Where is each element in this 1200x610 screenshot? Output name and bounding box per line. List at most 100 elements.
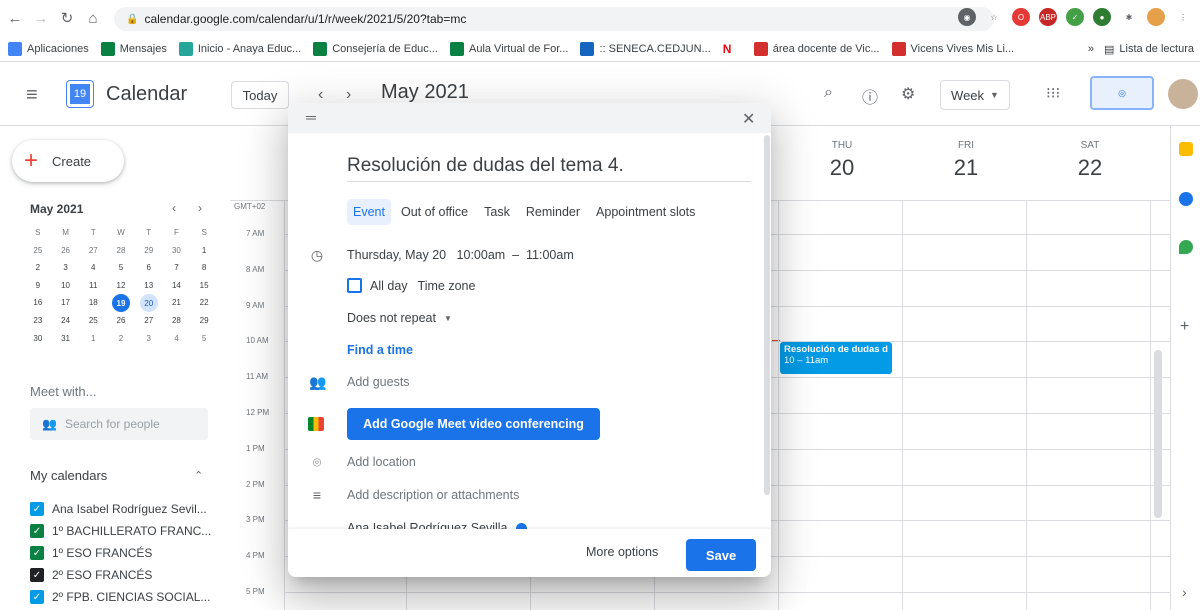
- mini-day[interactable]: 28: [107, 242, 135, 260]
- home-icon[interactable]: ⌂: [82, 7, 104, 29]
- mini-day[interactable]: 24: [52, 312, 80, 330]
- tab-appointment-slots[interactable]: Appointment slots: [590, 199, 701, 225]
- search-people-input[interactable]: 👥 Search for people: [30, 408, 208, 440]
- mini-day[interactable]: 22: [190, 294, 218, 312]
- mini-day[interactable]: 10: [52, 277, 80, 295]
- eye-icon[interactable]: ◉: [958, 8, 976, 26]
- mini-day[interactable]: 21: [163, 294, 191, 312]
- mini-day[interactable]: 16: [24, 294, 52, 312]
- add-description-input[interactable]: Add description or attachments: [347, 488, 519, 502]
- address-bar[interactable]: 🔒 calendar.google.com/calendar/u/1/r/wee…: [114, 7, 994, 31]
- mini-day[interactable]: 14: [163, 277, 191, 295]
- mini-day[interactable]: 7: [163, 259, 191, 277]
- mini-day[interactable]: 18: [79, 294, 107, 312]
- mini-day[interactable]: 12: [107, 277, 135, 295]
- bookmark-consejeria[interactable]: Consejería de Educ...: [313, 41, 438, 56]
- chevron-up-icon[interactable]: ⌃: [194, 469, 203, 482]
- tab-event[interactable]: Event: [347, 199, 391, 225]
- calendar-item[interactable]: ✓ 1º ESO FRANCÉS: [30, 542, 230, 564]
- tasks-icon[interactable]: [1179, 192, 1193, 206]
- tab-out-of-office[interactable]: Out of office: [395, 199, 474, 225]
- day-date[interactable]: 21: [904, 155, 1028, 181]
- bookmark-mensajes[interactable]: Mensajes: [100, 41, 167, 56]
- time-zone-link[interactable]: Time zone: [418, 279, 476, 293]
- mini-day[interactable]: 5: [107, 259, 135, 277]
- mini-day[interactable]: 3: [135, 330, 163, 348]
- settings-gear-icon[interactable]: ⚙: [901, 84, 915, 104]
- mini-prev-icon[interactable]: ‹: [172, 201, 176, 215]
- find-a-time-link[interactable]: Find a time: [347, 343, 413, 357]
- dialog-drag-bar[interactable]: ═ ✕: [288, 103, 771, 133]
- mini-day[interactable]: 15: [190, 277, 218, 295]
- date-time-field[interactable]: Thursday, May 20 10:00am – 11:00am: [347, 248, 574, 262]
- mini-day[interactable]: 23: [24, 312, 52, 330]
- reading-list-button[interactable]: Lista de lectura: [1119, 43, 1194, 55]
- mini-day[interactable]: 25: [79, 312, 107, 330]
- mini-day[interactable]: 5: [190, 330, 218, 348]
- mini-day[interactable]: 4: [163, 330, 191, 348]
- mini-next-icon[interactable]: ›: [198, 201, 202, 215]
- forward-icon[interactable]: →: [30, 7, 52, 29]
- more-options-button[interactable]: More options: [586, 545, 658, 559]
- shield-icon[interactable]: ✓: [1066, 8, 1084, 26]
- save-button[interactable]: Save: [686, 539, 756, 571]
- grid-scrollbar[interactable]: [1154, 350, 1162, 518]
- calendar-event[interactable]: Resolución de dudas d 10 – 11am: [780, 342, 892, 374]
- my-calendars-heading[interactable]: My calendars: [30, 468, 107, 483]
- day-date[interactable]: 20: [780, 155, 904, 181]
- bookmark-vicens-libros[interactable]: Vicens Vives Mis Li...: [891, 41, 1014, 56]
- create-button[interactable]: + Create: [12, 140, 124, 182]
- day-header[interactable]: THU 20: [780, 126, 904, 181]
- mini-day[interactable]: 1: [190, 242, 218, 260]
- mini-day[interactable]: 30: [163, 242, 191, 260]
- tab-reminder[interactable]: Reminder: [520, 199, 586, 225]
- mini-day[interactable]: 8: [190, 259, 218, 277]
- mini-day[interactable]: 4: [79, 259, 107, 277]
- mini-day[interactable]: 26: [52, 242, 80, 260]
- google-apps-icon[interactable]: ⁝⁝⁝: [1046, 84, 1060, 102]
- mini-day[interactable]: 29: [190, 312, 218, 330]
- search-icon[interactable]: ⌕: [824, 84, 833, 102]
- maps-icon[interactable]: [1179, 240, 1193, 254]
- check-icon[interactable]: ✓: [30, 590, 44, 604]
- star-icon[interactable]: ☆: [985, 8, 1003, 26]
- mini-day[interactable]: 25: [24, 242, 52, 260]
- add-meet-button[interactable]: Add Google Meet video conferencing: [347, 408, 600, 440]
- mini-day[interactable]: 27: [135, 312, 163, 330]
- mini-day[interactable]: 6: [135, 259, 163, 277]
- mini-day[interactable]: 9: [24, 277, 52, 295]
- reload-icon[interactable]: ↻: [56, 7, 78, 29]
- back-icon[interactable]: ←: [4, 7, 26, 29]
- mini-day[interactable]: 11: [79, 277, 107, 295]
- bookmark-netflix[interactable]: N: [722, 41, 742, 56]
- day-header[interactable]: FRI 21: [904, 126, 1028, 181]
- mini-day[interactable]: 1: [79, 330, 107, 348]
- mini-day[interactable]: 3: [52, 259, 80, 277]
- mini-day[interactable]: 31: [52, 330, 80, 348]
- check-icon[interactable]: ✓: [30, 568, 44, 582]
- bookmark-seneca[interactable]: :: SENECA.CEDJUN...: [580, 41, 711, 56]
- opera-icon[interactable]: O: [1012, 8, 1030, 26]
- mini-day[interactable]: 30: [24, 330, 52, 348]
- day-date[interactable]: 22: [1028, 155, 1152, 181]
- bookmark-apps[interactable]: Aplicaciones: [8, 41, 89, 56]
- today-button[interactable]: Today: [231, 81, 289, 109]
- mini-day[interactable]: 19: [111, 294, 130, 312]
- hamburger-menu-icon[interactable]: ≡: [26, 84, 38, 107]
- check-icon[interactable]: ✓: [30, 502, 44, 516]
- calendar-item[interactable]: ✓ 1º BACHILLERATO FRANC...: [30, 520, 230, 542]
- avatar[interactable]: [1168, 79, 1198, 109]
- more-bookmarks-button[interactable]: »: [1088, 43, 1094, 55]
- calendar-item[interactable]: ✓ Ana Isabel Rodríguez Sevil...: [30, 498, 230, 520]
- check-icon[interactable]: ✓: [30, 524, 44, 538]
- event-title-input[interactable]: Resolución de dudas del tema 4.: [347, 155, 751, 182]
- next-week-icon[interactable]: ›: [346, 86, 351, 104]
- view-selector[interactable]: Week ▼: [940, 80, 1010, 110]
- repeat-dropdown[interactable]: Does not repeat ▼: [347, 311, 452, 325]
- mini-day[interactable]: 27: [79, 242, 107, 260]
- bookmark-anaya[interactable]: Inicio - Anaya Educ...: [178, 41, 301, 56]
- add-location-input[interactable]: Add location: [347, 455, 416, 469]
- mini-day[interactable]: 17: [52, 294, 80, 312]
- mini-day[interactable]: 26: [107, 312, 135, 330]
- mini-day[interactable]: 20: [139, 294, 158, 312]
